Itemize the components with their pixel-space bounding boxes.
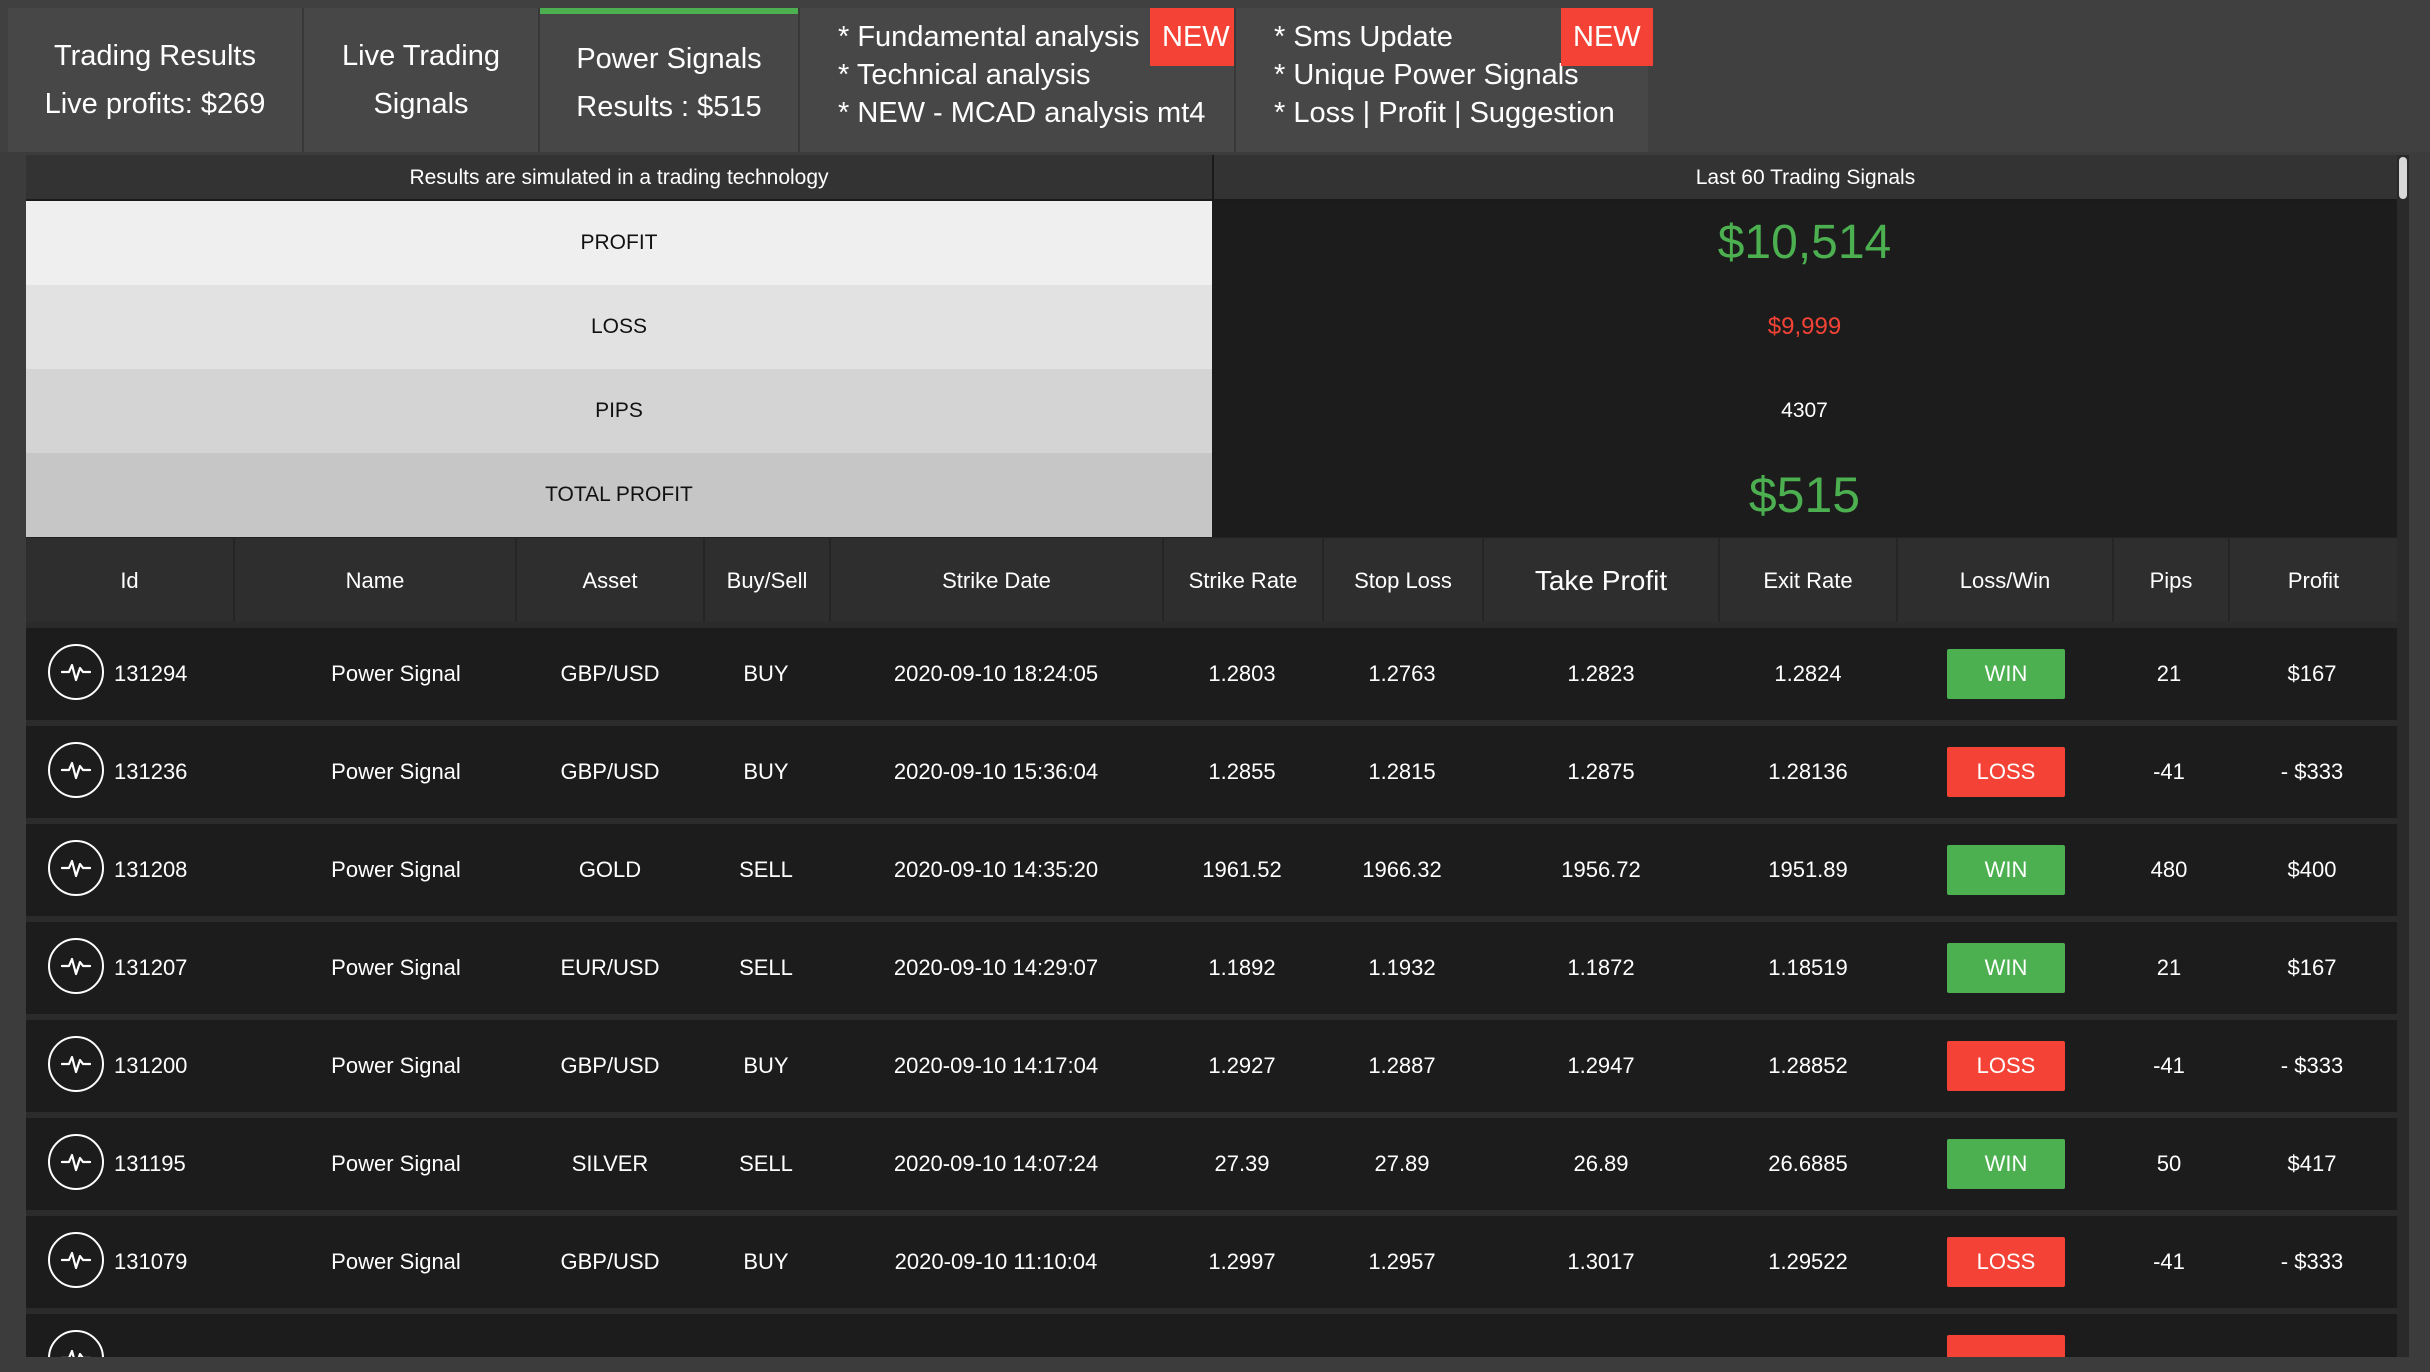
column-header-buy-sell[interactable]: Buy/Sell [705,538,831,623]
column-header-pips[interactable]: Pips [2114,538,2230,623]
results-panel: Results are simulated in a trading techn… [26,155,2397,1357]
signals-table-header: Id Name Asset Buy/Sell Strike Date Strik… [26,538,2397,623]
tab-title: Trading Results [53,40,256,72]
tab-live-trading-signals[interactable]: Live Trading Signals [304,8,538,152]
win-badge[interactable]: WIN [1947,1139,2065,1189]
cell-exit: 1.2824 [1774,661,1842,686]
table-row[interactable]: 131236 Power Signal GBP/USD BUY 2020-09-10 1… [26,726,2397,818]
table-row-partial[interactable] [26,1314,2397,1357]
column-header-profit[interactable]: Profit [2230,538,2397,623]
column-header-strike-rate[interactable]: Strike Rate [1164,538,1324,623]
simulated-results-header: Results are simulated in a trading techn… [26,155,1212,201]
vertical-scrollbar[interactable] [2397,155,2409,1357]
column-header-stop-loss[interactable]: Stop Loss [1324,538,1484,623]
total-profit-value-cell: $515 [1212,453,2397,537]
cell-exit: 1.29522 [1768,1249,1848,1274]
bottom-edge [0,1357,2430,1372]
scrollbar-thumb[interactable] [2399,157,2407,199]
pulse-icon[interactable] [48,1232,104,1288]
loss-value-cell: $9,999 [1212,285,2397,369]
top-tab-bar: Trading Results Live profits: $269 Live … [0,0,2430,152]
cell-profit: - $333 [2280,1053,2344,1078]
profit-value-cell: $10,514 [1212,201,2397,285]
column-header-strike-date[interactable]: Strike Date [831,538,1164,623]
win-badge[interactable]: WIN [1947,943,2065,993]
loss-badge[interactable] [1947,1335,2065,1357]
cell-exit: 1951.89 [1768,857,1848,882]
cell-id: 131079 [114,1249,188,1274]
cell-id: 131208 [114,857,188,882]
pulse-icon[interactable] [48,840,104,896]
loss-badge[interactable]: LOSS [1947,1237,2065,1287]
cell-exit: 1.18519 [1768,955,1848,980]
cell-id: 131207 [114,955,188,980]
promo-sms-update[interactable]: * Sms Update * Unique Power Signals * Lo… [1236,8,1653,152]
promo-analysis[interactable]: * Fundamental analysis * Technical analy… [800,8,1242,152]
tab-power-signals[interactable]: Power Signals Results : $515 [540,8,798,152]
profit-value: $10,514 [1717,216,1892,269]
cell-id: 131236 [114,759,188,784]
table-row[interactable]: 131294 Power Signal GBP/USD BUY 2020-09-10 1… [26,628,2397,720]
profit-label: PROFIT [26,201,1212,285]
loss-badge[interactable]: LOSS [1947,747,2065,797]
cell-profit: - $333 [2280,759,2344,784]
cell-profit: $417 [2287,1151,2337,1176]
win-badge[interactable]: WIN [1947,845,2065,895]
cell-exit: 1.28852 [1768,1053,1848,1078]
cell-id: 131294 [114,661,188,686]
tab-subtitle: Live profits: $269 [44,88,266,120]
pips-value-cell: 4307 [1212,369,2397,453]
cell-profit: $400 [2287,857,2337,882]
cell-exit: 1.28136 [1768,759,1848,784]
cell-id: 131200 [114,1053,188,1078]
pulse-icon[interactable] [48,1036,104,1092]
win-badge[interactable]: WIN [1947,649,2065,699]
table-row[interactable]: 131208 Power Signal GOLD SELL 2020-09-10 14:… [26,824,2397,916]
tab-subtitle: Results : $515 [576,91,762,123]
column-header-asset[interactable]: Asset [517,538,705,623]
column-header-id[interactable]: Id [26,538,235,623]
pulse-icon[interactable] [48,742,104,798]
tab-trading-results[interactable]: Trading Results Live profits: $269 [8,8,302,152]
tab-subtitle: Signals [373,88,469,120]
pulse-icon[interactable] [48,1330,104,1357]
column-header-exit-rate[interactable]: Exit Rate [1720,538,1898,623]
promo-line: * NEW - MCAD analysis mt4 [838,97,1206,129]
total-profit-value: $515 [1748,467,1861,523]
column-header-loss-win[interactable]: Loss/Win [1898,538,2114,623]
new-badge: NEW [1561,8,1653,66]
column-header-name[interactable]: Name [235,538,517,623]
tab-title: Power Signals [576,43,762,75]
pips-value: 4307 [1781,399,1828,422]
cell-profit: $167 [2287,955,2337,980]
cell-profit: $167 [2287,661,2337,686]
promo-line: * Loss | Profit | Suggestion [1274,97,1615,129]
total-profit-label: TOTAL PROFIT [26,453,1212,537]
cell-profit: - $333 [2280,1249,2344,1274]
pulse-icon[interactable] [48,1134,104,1190]
tab-title: Live Trading [342,40,500,72]
table-row[interactable]: 131200 Power Signal GBP/USD BUY 2020-09-10 1… [26,1020,2397,1112]
loss-label: LOSS [26,285,1212,369]
pulse-icon[interactable] [48,644,104,700]
pips-label: PIPS [26,369,1212,453]
table-row[interactable]: 131207 Power Signal EUR/USD SELL 2020-09-10 … [26,922,2397,1014]
column-header-take-profit[interactable]: Take Profit [1484,538,1720,623]
cell-id: 131195 [114,1151,186,1176]
loss-value: $9,999 [1767,313,1842,340]
pulse-icon[interactable] [48,938,104,994]
new-badge: NEW [1150,8,1242,66]
last-signals-header: Last 60 Trading Signals [1212,155,2397,201]
table-row[interactable]: 131079 Power Signal GBP/USD BUY 2020-09-10 1… [26,1216,2397,1308]
cell-exit: 26.6885 [1768,1151,1848,1176]
table-row[interactable]: 131195 Power Signal SILVER SELL 2020-09-10 1… [26,1118,2397,1210]
loss-badge[interactable]: LOSS [1947,1041,2065,1091]
